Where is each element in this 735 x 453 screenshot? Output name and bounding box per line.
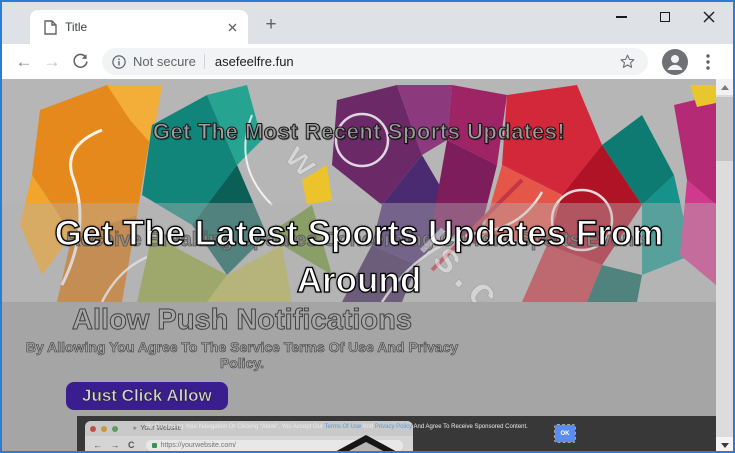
forward-button[interactable]: → bbox=[38, 52, 66, 72]
consent-text-part: By Continuing Your Navigation Or Clickin… bbox=[146, 424, 325, 430]
browser-tab[interactable]: Title bbox=[30, 10, 248, 44]
reload-icon bbox=[72, 53, 88, 68]
arrow-up-icon bbox=[720, 84, 729, 90]
browser-toolbar: ← → Not secure asefeelfre.fun bbox=[2, 44, 733, 79]
omnibox-divider bbox=[203, 54, 205, 69]
terms-of-use-link[interactable]: Terms Of Use bbox=[324, 424, 361, 430]
mockup-url-text: https://yourwebsite.com/ bbox=[160, 441, 236, 449]
page-content: Get The Most Recent Sports Updates! Rece… bbox=[2, 79, 733, 451]
consent-text-part: And bbox=[361, 424, 375, 430]
allow-heading: Allow Push Notifications bbox=[72, 304, 413, 337]
pointer-triangle-inner bbox=[345, 442, 387, 451]
scroll-down-button[interactable] bbox=[716, 437, 733, 451]
scroll-up-button[interactable] bbox=[716, 79, 733, 95]
close-icon bbox=[703, 11, 715, 23]
url-text: asefeelfre.fun bbox=[214, 54, 294, 69]
profile-button[interactable] bbox=[662, 48, 688, 75]
tab-close-button[interactable] bbox=[224, 19, 240, 35]
privacy-policy-link[interactable]: Privacy Policy bbox=[375, 424, 412, 430]
lock-icon bbox=[151, 442, 157, 448]
page-favicon-icon bbox=[44, 19, 57, 35]
arrow-down-icon bbox=[720, 442, 729, 448]
just-click-allow-button[interactable]: Just Click Allow bbox=[66, 382, 228, 410]
back-button[interactable]: ← bbox=[10, 52, 38, 72]
window-controls bbox=[599, 2, 731, 32]
headline-main-line1: Get The Latest Sports Updates From Aroun… bbox=[54, 213, 664, 300]
traffic-light-yellow-icon bbox=[101, 425, 107, 432]
ok-button[interactable]: OK bbox=[554, 424, 576, 443]
headline-top: Get The Most Recent Sports Updates! bbox=[152, 119, 566, 145]
maximize-icon bbox=[660, 12, 670, 22]
minimize-icon bbox=[615, 16, 627, 18]
menu-button[interactable] bbox=[696, 50, 720, 74]
browser-window: Title + ← → Not secure asefeelfre.fun Ge… bbox=[0, 0, 735, 453]
consent-bar: ★ Your Website ← → C https://yourwebsite… bbox=[77, 416, 716, 451]
reload-button[interactable] bbox=[66, 53, 94, 70]
new-tab-button[interactable]: + bbox=[258, 12, 284, 38]
address-bar[interactable]: Not secure asefeelfre.fun bbox=[102, 48, 648, 75]
traffic-light-red-icon bbox=[90, 425, 96, 432]
avatar-icon bbox=[662, 48, 688, 75]
bookmark-button[interactable] bbox=[616, 53, 638, 70]
close-window-button[interactable] bbox=[687, 2, 731, 32]
vertical-scrollbar[interactable] bbox=[716, 79, 733, 451]
allow-subtext: By Allowing You Agree To The Service Ter… bbox=[25, 339, 459, 372]
bookmark-star-icon bbox=[620, 54, 634, 68]
traffic-light-green-icon bbox=[112, 425, 118, 432]
consent-text: By Continuing Your Navigation Or Clickin… bbox=[127, 424, 547, 430]
tab-title: Title bbox=[65, 20, 88, 34]
not-secure-label: Not secure bbox=[133, 54, 196, 69]
consent-text-part: And Agree To Receive Sponsored Content. bbox=[412, 424, 528, 430]
scrollbar-thumb[interactable] bbox=[716, 97, 733, 161]
maximize-button[interactable] bbox=[643, 2, 687, 32]
close-icon bbox=[228, 23, 236, 31]
three-dots-icon bbox=[706, 53, 710, 70]
info-icon[interactable] bbox=[112, 54, 126, 69]
mockup-nav-icons: ← → C bbox=[93, 440, 138, 450]
tab-strip: Title + bbox=[2, 2, 733, 44]
minimize-button[interactable] bbox=[599, 2, 643, 32]
